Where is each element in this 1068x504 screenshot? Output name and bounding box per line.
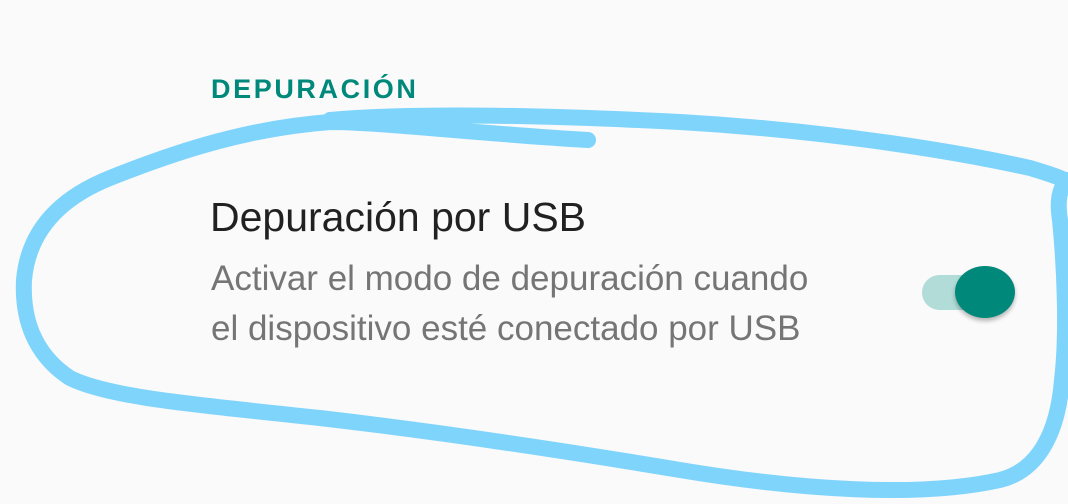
toggle-thumb	[955, 266, 1015, 318]
preference-summary: Activar el modo de depuración cuando el …	[211, 259, 809, 348]
usb-debugging-toggle[interactable]	[918, 266, 1018, 318]
preference-title: Depuración por USB	[210, 194, 587, 240]
settings-screen: DEPURACIÓN Depuración por USB Activar el…	[0, 0, 1068, 504]
section-header-debugging: DEPURACIÓN	[211, 74, 419, 104]
usb-debugging-preference[interactable]: Depuración por USB Activar el modo de de…	[0, 170, 1068, 420]
